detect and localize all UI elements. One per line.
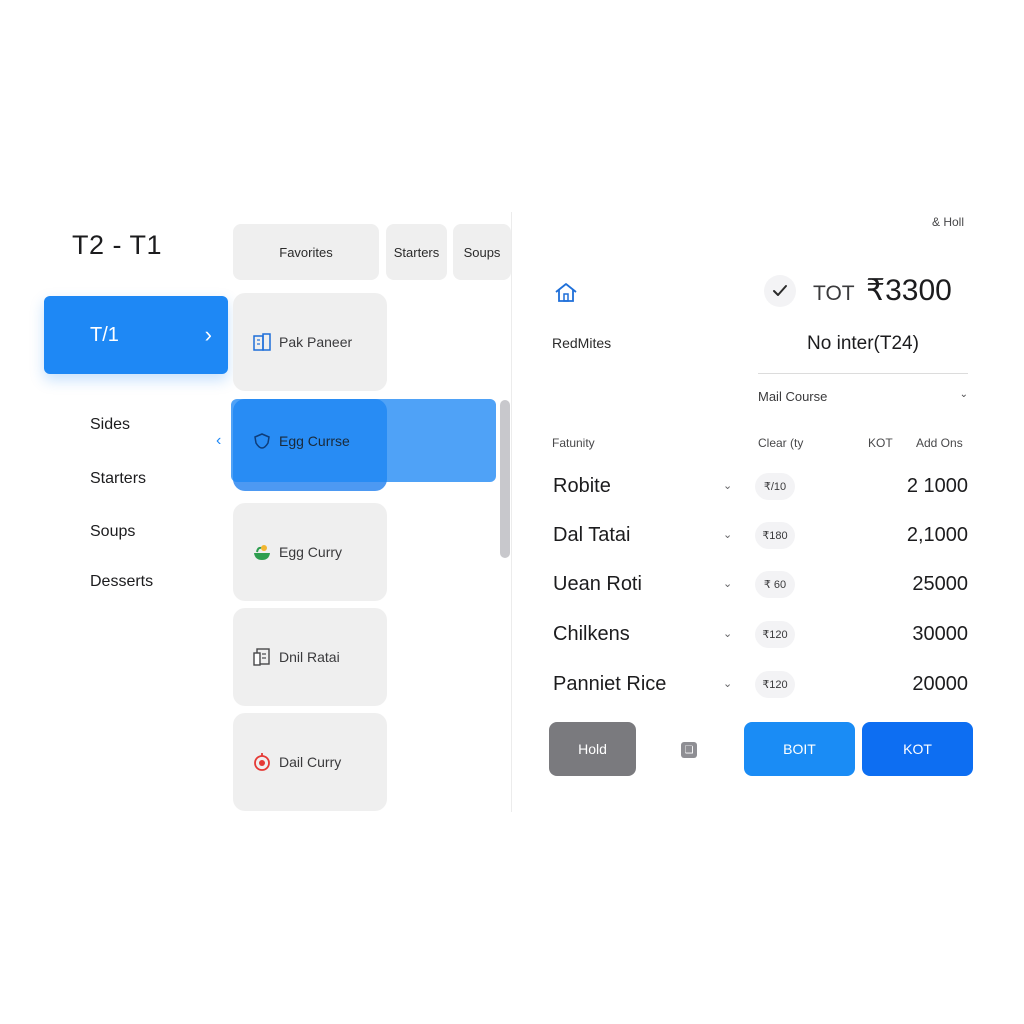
boit-button[interactable]: BOIT	[744, 722, 855, 776]
column-header-item: Fatunity	[552, 436, 595, 450]
column-header-clear: Clear (ty	[758, 436, 804, 450]
note-icon[interactable]: ❏	[681, 742, 697, 758]
chevron-down-icon[interactable]: ⌄	[723, 627, 732, 640]
chevron-down-icon[interactable]: ⌄	[723, 677, 732, 690]
total-value: ₹3300	[866, 274, 952, 307]
menu-item-card[interactable]: Dnil Ratai	[233, 608, 387, 706]
order-item-name: Chilkens	[553, 623, 630, 645]
document-icon	[251, 646, 273, 668]
menu-item-card[interactable]: Pak Paneer	[233, 293, 387, 391]
menu-scrollbar[interactable]	[500, 400, 510, 558]
selected-item-highlight[interactable]: Egg Currse	[231, 399, 496, 482]
category-starters[interactable]: Starters	[90, 470, 146, 488]
menu-item-name: Egg Curry	[279, 544, 343, 560]
order-item-price: ₹/10	[755, 473, 795, 500]
total-label: TOT	[813, 282, 855, 305]
menu-item-name: Egg Currse	[279, 432, 350, 449]
order-item-amount: 25000	[912, 573, 968, 595]
chevron-down-icon: ⌄	[959, 389, 968, 400]
category-desserts[interactable]: Desserts	[90, 573, 153, 591]
order-item-amount: 20000	[912, 673, 968, 695]
active-table-label: T/1	[90, 323, 119, 346]
course-select-value: Mail Course	[758, 389, 828, 404]
chevron-left-icon[interactable]: ‹	[216, 432, 221, 450]
order-item-amount: 2,1000	[906, 524, 968, 546]
column-header-kot: KOT	[868, 436, 893, 450]
table-title: T2 - T1	[72, 230, 163, 260]
leaf-bowl-icon	[251, 541, 273, 563]
category-soups[interactable]: Soups	[90, 523, 135, 541]
order-item-price: ₹ 60	[755, 571, 795, 598]
order-row[interactable]: Uean Roti ⌄ ₹ 60 25000	[553, 565, 968, 605]
tab-soups[interactable]: Soups	[453, 224, 511, 280]
chevron-right-icon: ›	[204, 322, 212, 347]
order-item-name: Uean Roti	[553, 573, 642, 595]
menu-item-name: Dail Curry	[279, 754, 342, 770]
tab-favorites[interactable]: Favorites	[233, 224, 379, 280]
order-info: No inter(T24)	[807, 333, 919, 354]
shield-icon	[251, 430, 273, 452]
column-divider	[511, 212, 512, 812]
order-row[interactable]: Chilkens ⌄ ₹120 30000	[553, 615, 968, 655]
order-item-price: ₹180	[755, 522, 795, 549]
category-sides[interactable]: Sides	[90, 416, 130, 434]
order-item-price: ₹120	[755, 621, 795, 648]
check-icon[interactable]	[764, 275, 796, 307]
chevron-down-icon[interactable]: ⌄	[723, 528, 732, 541]
hold-link[interactable]: & Holl	[932, 215, 964, 229]
home-icon[interactable]	[553, 280, 579, 306]
customer-name[interactable]: RedMites	[552, 335, 611, 351]
order-item-amount: 2 1000	[906, 475, 968, 497]
building-icon	[251, 331, 273, 353]
kot-button[interactable]: KOT	[862, 722, 973, 776]
order-item-name: Dal Tatai	[553, 524, 631, 546]
menu-item-name: Dnil Ratai	[279, 649, 340, 665]
order-item-amount: 30000	[912, 623, 968, 645]
menu-item-name: Pak Paneer	[279, 334, 353, 350]
order-info-divider	[758, 373, 968, 374]
tab-starters[interactable]: Starters	[386, 224, 447, 280]
order-item-name: Robite	[553, 475, 611, 497]
order-row[interactable]: Robite ⌄ ₹/10 2 1000	[553, 467, 968, 507]
order-row[interactable]: Dal Tatai ⌄ ₹180 2,1000	[553, 516, 968, 556]
column-header-addons: Add Ons	[916, 436, 963, 450]
timer-icon	[251, 751, 273, 773]
menu-item-card[interactable]: Egg Curry	[233, 503, 387, 601]
menu-item-card[interactable]: Dail Curry	[233, 713, 387, 811]
course-select[interactable]: Mail Course ⌄	[758, 389, 968, 404]
order-item-name: Panniet Rice	[553, 673, 667, 695]
chevron-down-icon[interactable]: ⌄	[723, 479, 732, 492]
order-item-price: ₹120	[755, 671, 795, 698]
order-row[interactable]: Panniet Rice ⌄ ₹120 20000	[553, 665, 968, 705]
chevron-down-icon[interactable]: ⌄	[723, 577, 732, 590]
active-table-button[interactable]: T/1 ›	[44, 296, 228, 374]
hold-button[interactable]: Hold	[549, 722, 636, 776]
